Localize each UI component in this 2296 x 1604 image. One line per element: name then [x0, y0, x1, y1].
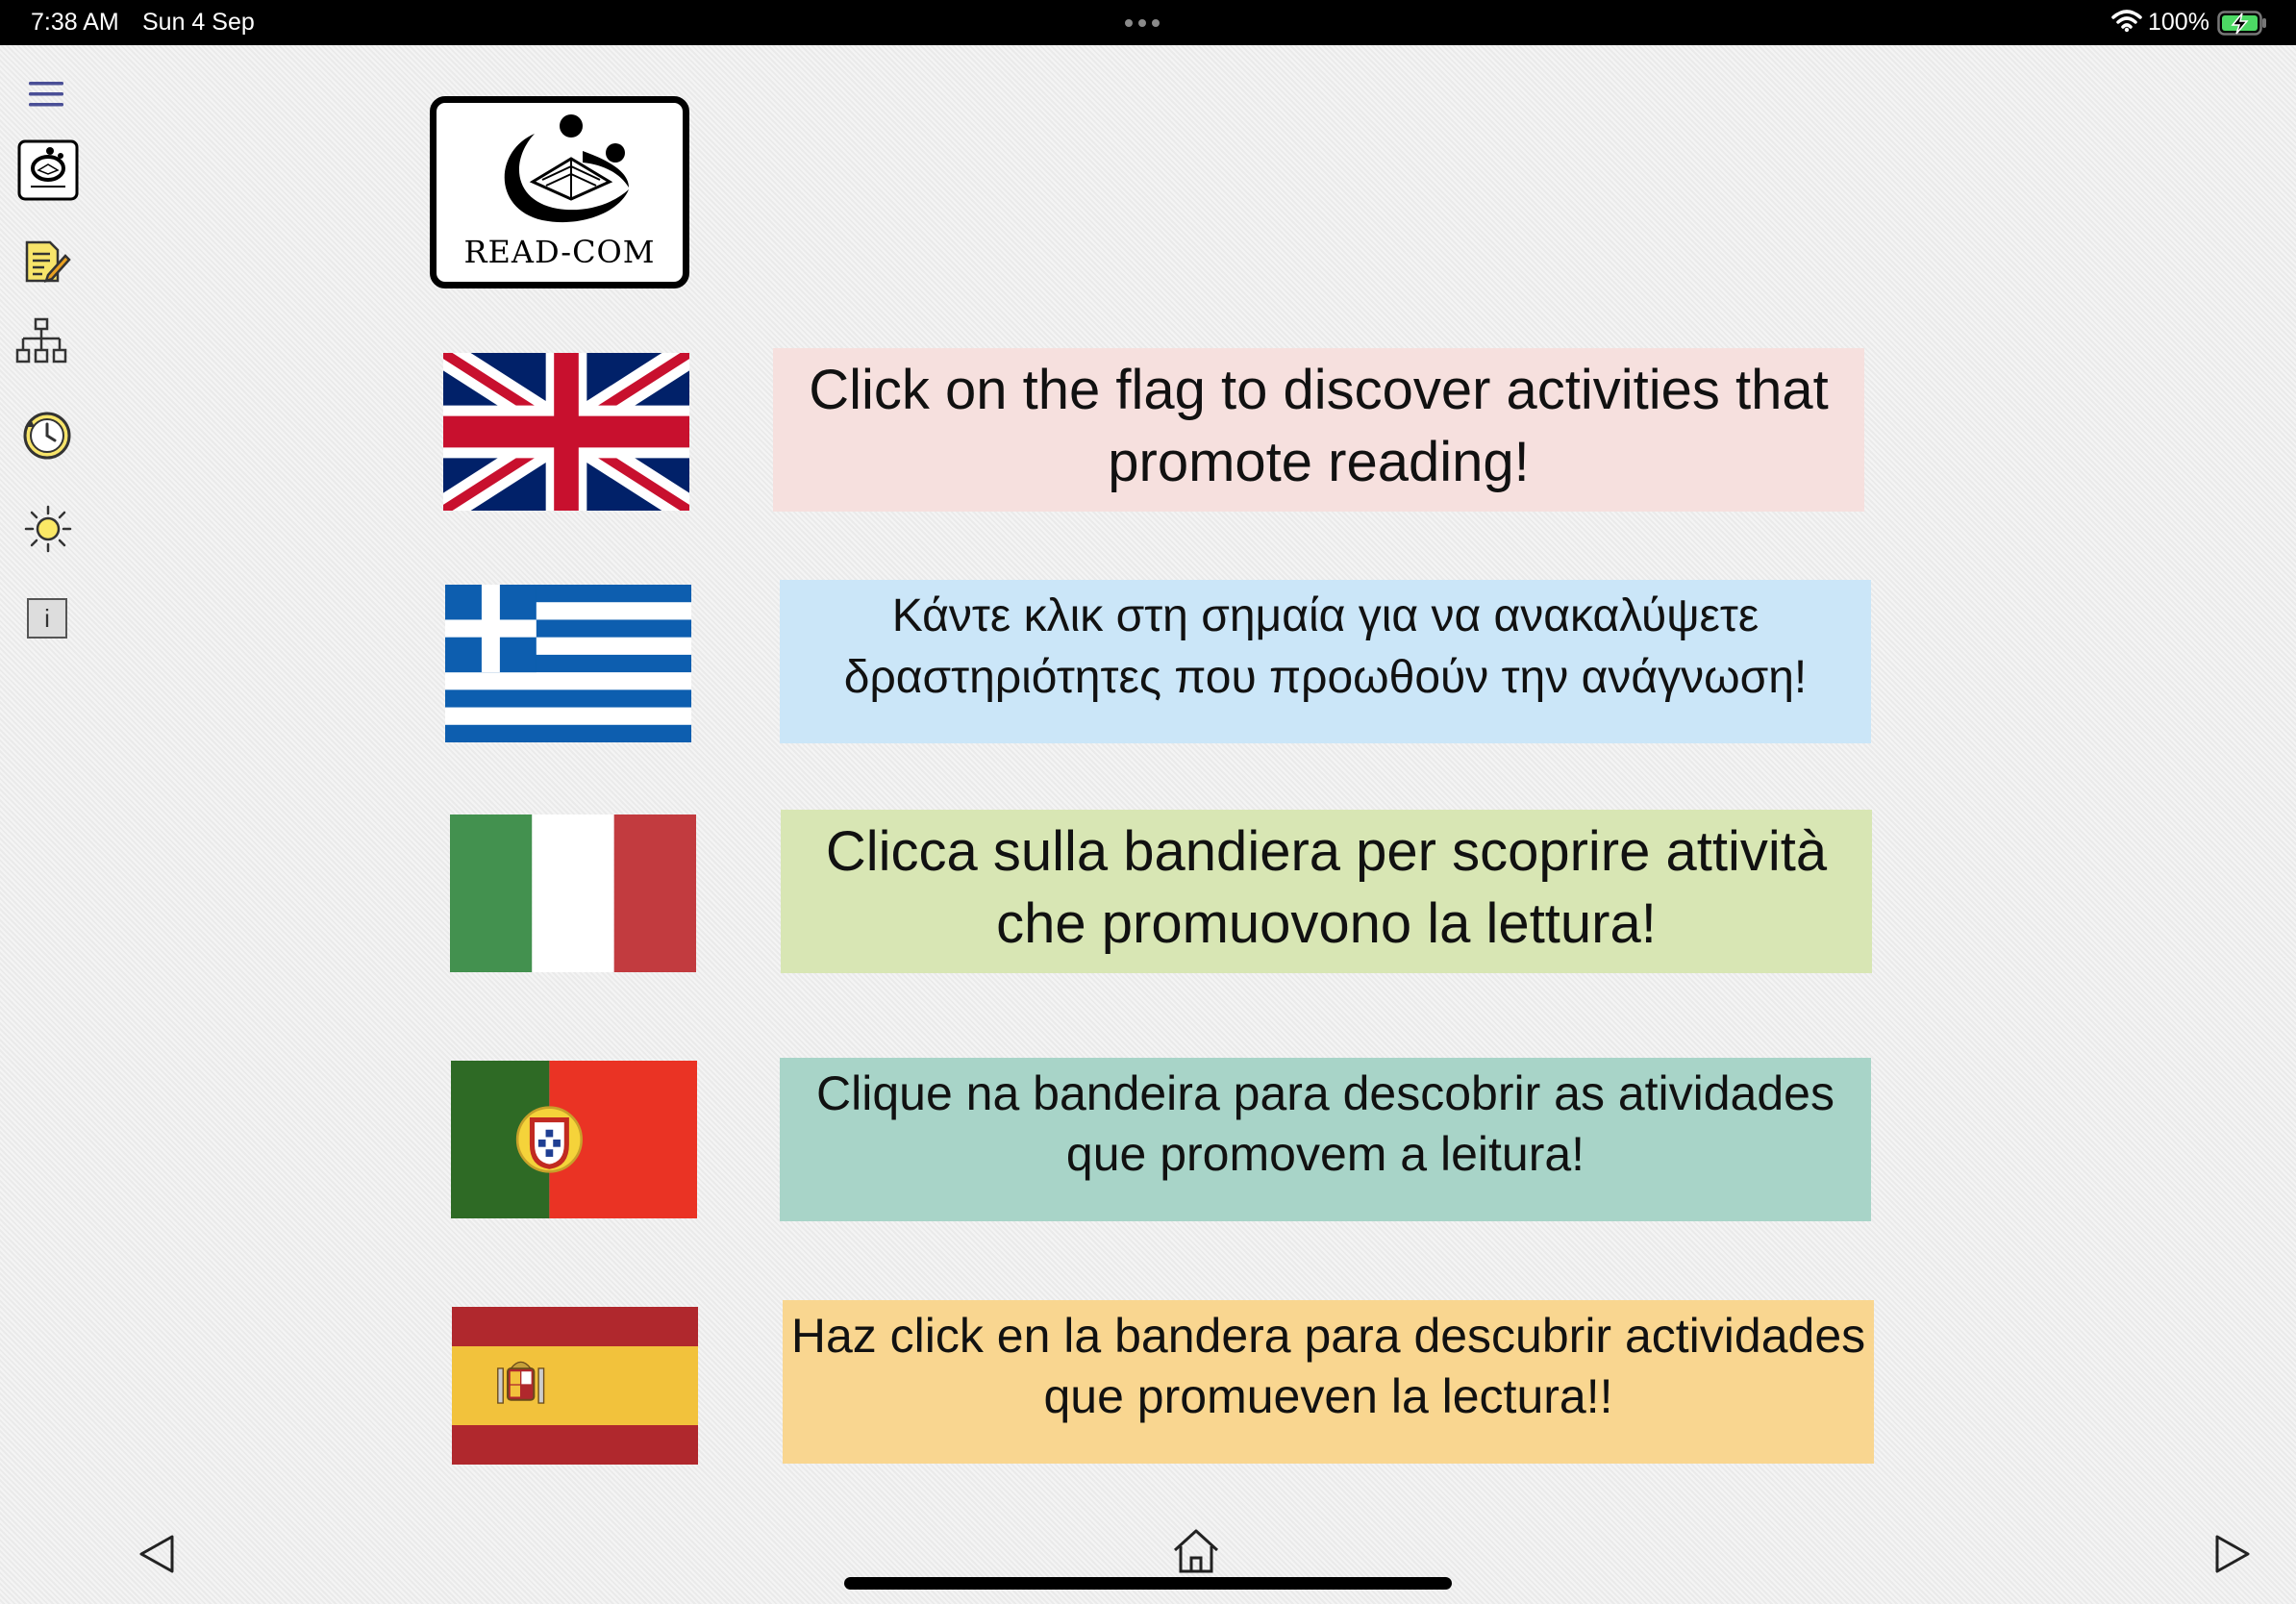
message-english: Click on the flag to discover activities… [773, 348, 1864, 512]
battery-percent: 100% [2148, 9, 2209, 36]
home-icon[interactable] [1171, 1527, 1221, 1575]
info-icon[interactable]: i [27, 598, 67, 639]
message-greek: Κάντε κλικ στη σημαία για να ανακαλύψετε… [780, 580, 1871, 743]
portuguese-flag[interactable] [451, 1061, 697, 1218]
read-com-logo: READ-COM [430, 96, 689, 288]
message-spanish: Haz click en la bandera para descubrir a… [783, 1300, 1874, 1464]
menu-icon[interactable] [27, 78, 65, 111]
status-time: 7:38 AM [31, 9, 119, 36]
message-portuguese: Clique na bandeira para descobrir as ati… [780, 1058, 1871, 1221]
logo-book-icon [504, 114, 629, 223]
spanish-flag[interactable] [452, 1307, 698, 1465]
back-arrow-icon[interactable] [137, 1534, 176, 1574]
message-italian: Clicca sulla bandiera per scoprire attiv… [781, 810, 1872, 973]
forward-arrow-icon[interactable] [2213, 1534, 2252, 1574]
multitasking-dots-icon[interactable] [1125, 19, 1160, 27]
status-date: Sun 4 Sep [142, 9, 255, 36]
home-indicator-bar[interactable] [844, 1577, 1452, 1590]
read-com-logo-icon[interactable] [17, 139, 79, 201]
brightness-icon[interactable] [23, 504, 73, 554]
status-bar: 7:38 AM Sun 4 Sep 100% [0, 0, 2296, 45]
italian-flag[interactable] [450, 815, 696, 972]
battery-charging-icon [2217, 11, 2266, 36]
uk-flag[interactable] [443, 353, 689, 511]
wifi-icon [2111, 10, 2142, 33]
greek-flag[interactable] [445, 585, 691, 742]
info-glyph: i [44, 604, 50, 633]
notes-icon[interactable] [23, 238, 71, 285]
logo-text: READ-COM [463, 234, 656, 270]
sitemap-icon[interactable] [15, 317, 67, 365]
clock-icon[interactable] [21, 410, 73, 462]
